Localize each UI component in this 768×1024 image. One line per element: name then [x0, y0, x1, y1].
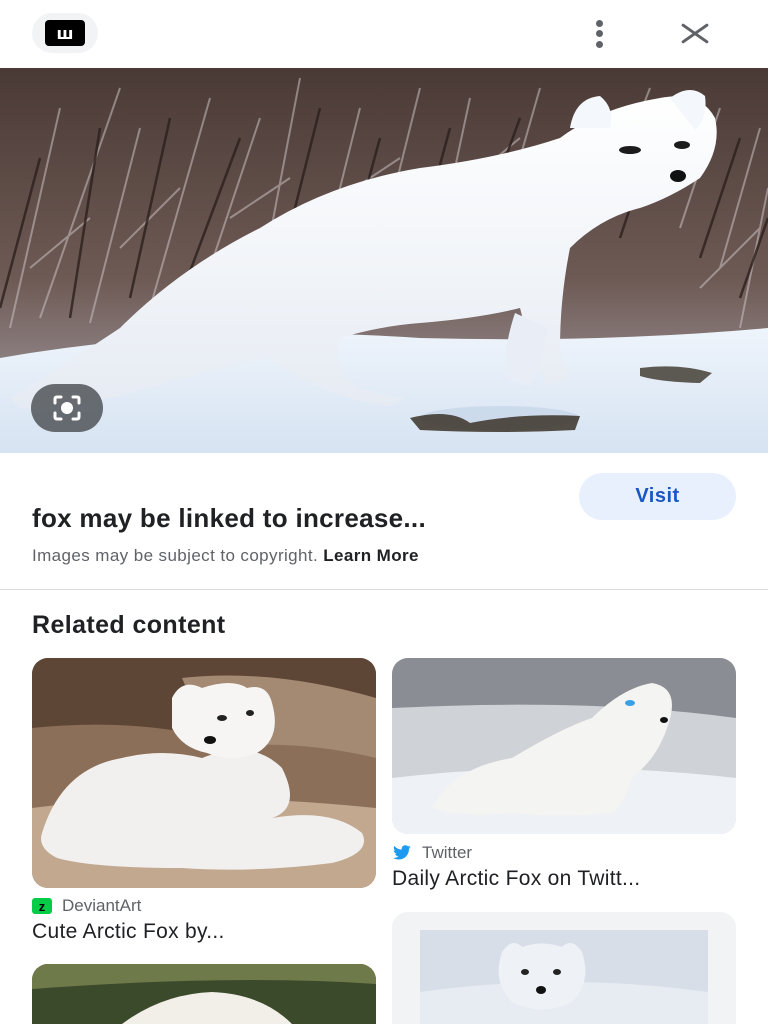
deviantart-icon: z [32, 898, 52, 914]
more-vert-icon[interactable] [585, 18, 615, 50]
google-lens-icon[interactable] [31, 384, 103, 432]
visit-button[interactable]: Visit [579, 473, 736, 520]
main-image[interactable] [0, 68, 768, 453]
related-title[interactable]: Cute Arctic Fox by... [32, 920, 225, 944]
site-chip[interactable]: ш [32, 13, 98, 53]
copyright-notice: Images may be subject to copyright. Lear… [32, 546, 419, 566]
twitter-icon [392, 845, 412, 861]
arctic-fox-image [0, 68, 768, 453]
fox-portrait-image [392, 912, 736, 1024]
related-source-name: DeviantArt [62, 896, 142, 915]
divider [0, 589, 768, 590]
fox-in-snow-image [392, 658, 736, 834]
related-heading: Related content [32, 611, 226, 639]
lens-glyph [53, 395, 81, 421]
related-card-image[interactable] [392, 912, 736, 1024]
related-card-image[interactable] [32, 964, 376, 1024]
site-favicon-icon: ш [45, 20, 85, 46]
copyright-text: Images may be subject to copyright. [32, 546, 319, 565]
related-title[interactable]: Daily Arctic Fox on Twitt... [392, 867, 640, 891]
related-card-image[interactable] [392, 658, 736, 834]
related-source[interactable]: z DeviantArt [32, 896, 141, 916]
fox-lying-image [32, 658, 376, 888]
learn-more-link[interactable]: Learn More [323, 546, 419, 565]
related-source[interactable]: Twitter [392, 843, 472, 863]
related-card-image[interactable] [32, 658, 376, 888]
close-icon[interactable] [676, 16, 714, 52]
top-bar: ш [0, 0, 768, 68]
fox-image-partial [32, 964, 376, 1024]
related-source-name: Twitter [422, 843, 473, 862]
image-title[interactable]: fox may be linked to increase... [32, 503, 426, 534]
site-favicon-text: ш [56, 23, 74, 43]
